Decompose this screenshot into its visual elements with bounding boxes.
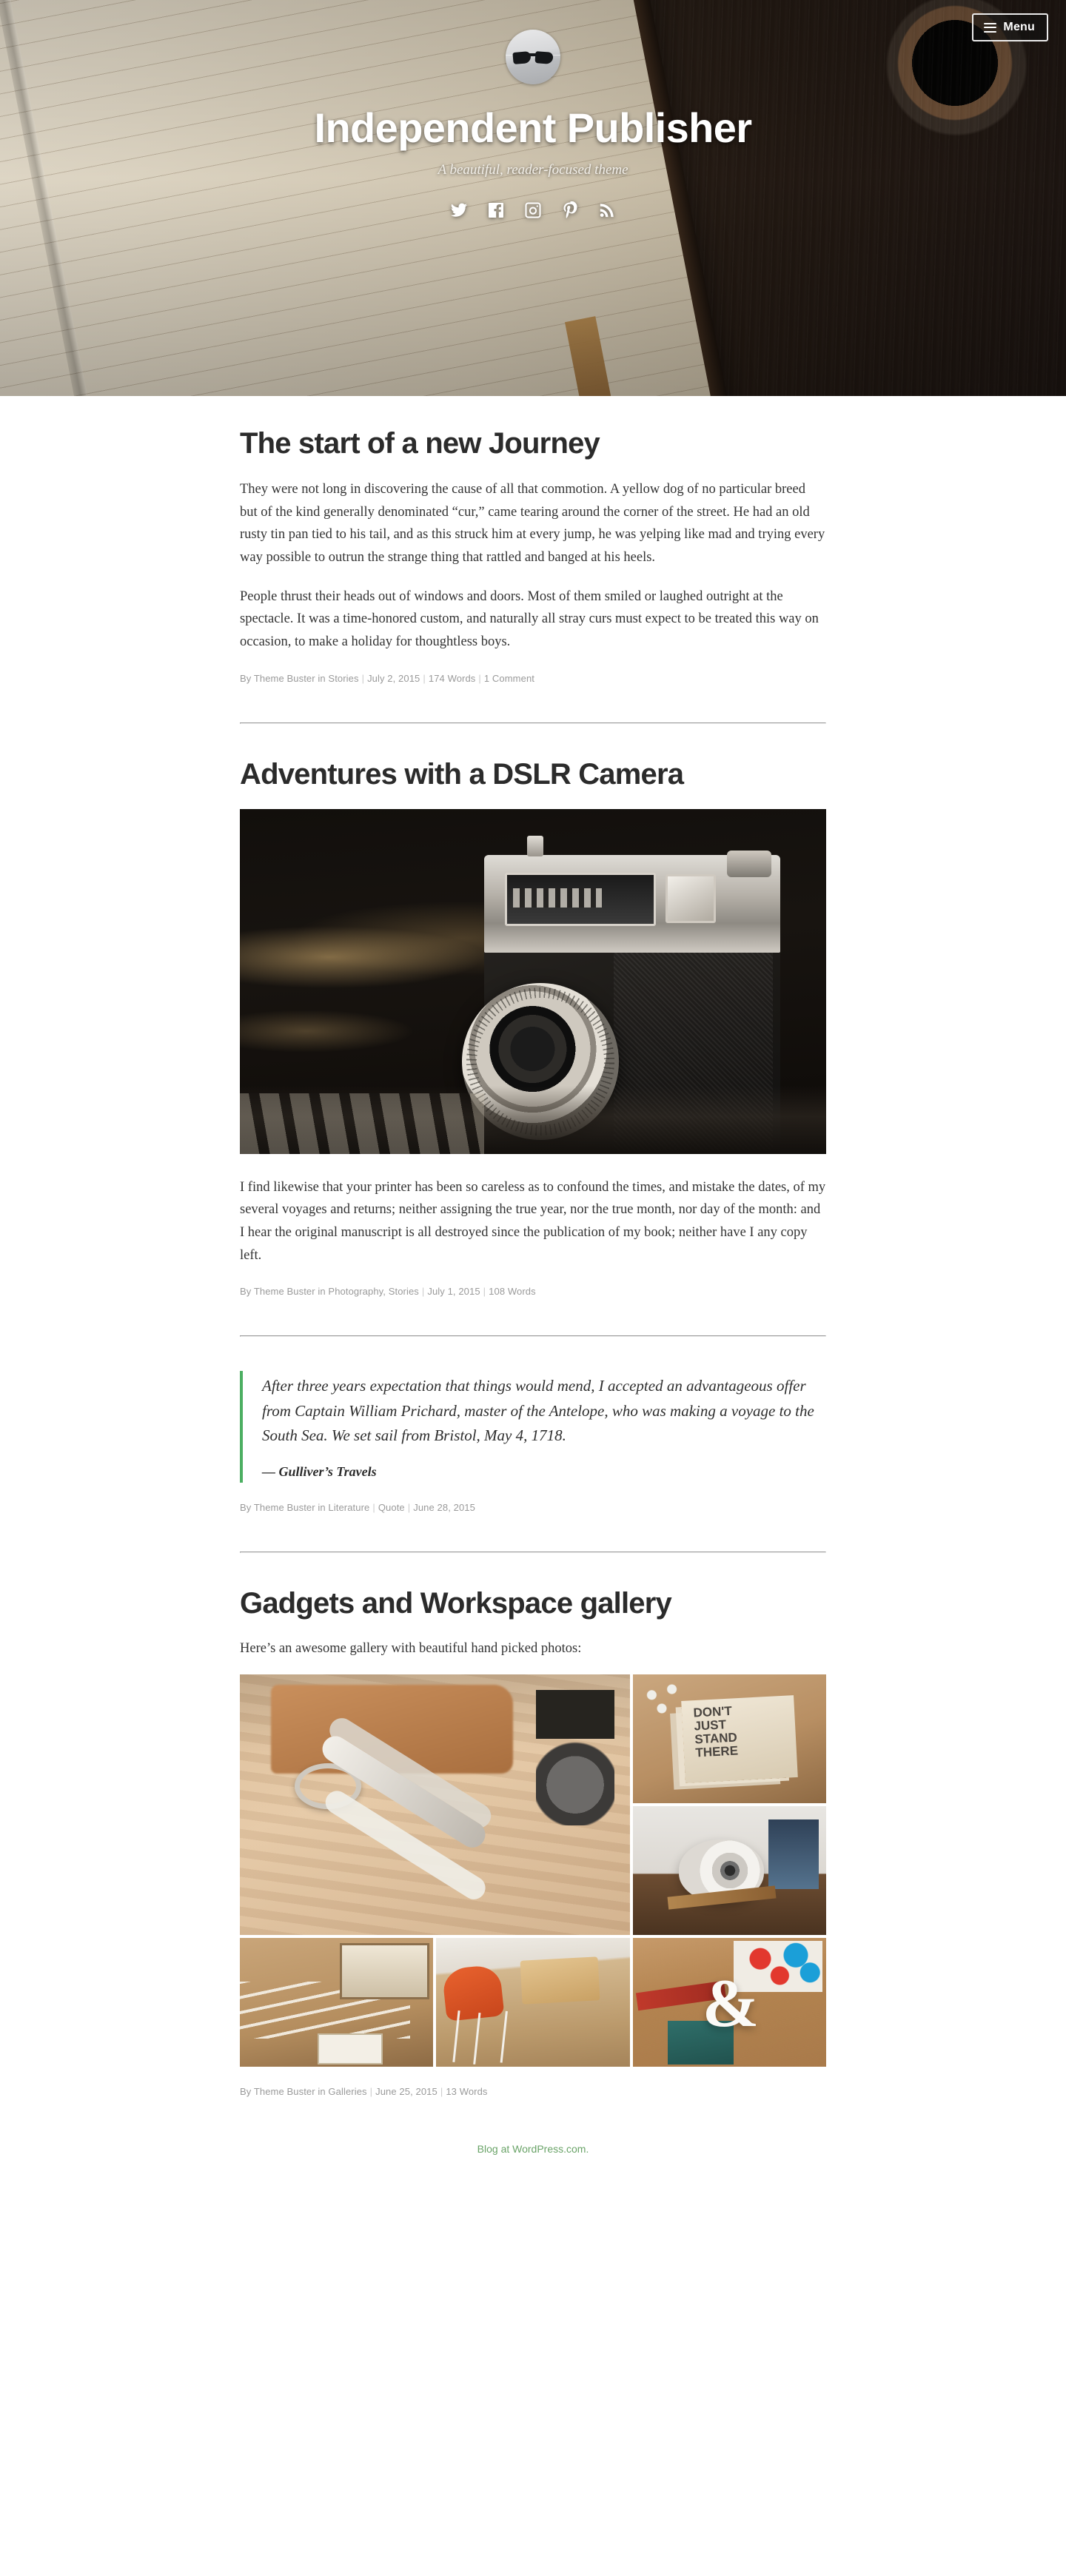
meta-separator: | (369, 2086, 373, 2098)
post-meta: By Theme Buster in Photography, Stories |… (240, 1286, 826, 1297)
avatar[interactable] (506, 30, 560, 84)
meta-byline[interactable]: By Theme Buster in Literature (240, 1502, 369, 1513)
site-branding: Independent Publisher A beautiful, reade… (0, 0, 1066, 220)
instagram-icon[interactable] (523, 201, 543, 220)
meta-separator: | (407, 1501, 411, 1513)
gallery-image-5[interactable] (436, 1938, 630, 2067)
gallery-image-1[interactable] (240, 1674, 630, 1936)
meta-format[interactable]: Quote (378, 1502, 405, 1513)
meta-date[interactable]: July 2, 2015 (367, 673, 420, 684)
post-separator (240, 1335, 826, 1338)
post-gullivers-travels-quote: After three years expectation that thing… (240, 1371, 826, 1519)
post-content: They were not long in discovering the ca… (240, 478, 826, 654)
meta-separator: | (372, 1501, 375, 1513)
post-paragraph: They were not long in discovering the ca… (240, 481, 825, 565)
meta-separator: | (423, 672, 426, 684)
site-title[interactable]: Independent Publisher (0, 106, 1066, 150)
meta-byline[interactable]: By Theme Buster in Photography, Stories (240, 1286, 419, 1297)
social-links (0, 201, 1066, 220)
post-adventures-with-a-dslr-camera: Adventures with a DSLR Camera I find lik… (240, 758, 826, 1304)
pens-tray-photo (240, 1938, 434, 2067)
post-the-start-of-a-new-journey: The start of a new Journey They were not… (240, 427, 826, 690)
meta-byline[interactable]: By Theme Buster in Stories (240, 673, 359, 684)
wordpress-credit-link[interactable]: Blog at WordPress.com. (477, 2143, 589, 2155)
post-title[interactable]: The start of a new Journey (240, 427, 826, 460)
camera-wind-knob (727, 850, 771, 877)
post-separator (240, 1551, 826, 1553)
meta-separator: | (478, 672, 481, 684)
meta-word-count: 108 Words (489, 1286, 536, 1298)
meta-date[interactable]: June 25, 2015 (375, 2086, 438, 2097)
meta-separator: | (483, 1286, 486, 1298)
post-paragraph: I find likewise that your printer has be… (240, 1179, 826, 1263)
meta-separator: | (440, 2086, 443, 2098)
quote-citation: — Gulliver’s Travels (262, 1463, 377, 1479)
post-meta: By Theme Buster in Literature | Quote | June… (240, 1502, 826, 1513)
post-featured-image[interactable] (240, 808, 826, 1154)
workspace-desk-photo (436, 1938, 630, 2067)
sunglasses-icon (512, 50, 554, 65)
gallery-image-2[interactable] (632, 1674, 826, 1804)
meta-separator: | (421, 1286, 425, 1298)
main-content: The start of a new Journey They were not… (240, 396, 826, 2103)
post-meta: By Theme Buster in Stories | July 2, 2015 |… (240, 673, 826, 684)
tiled-gallery (240, 1674, 826, 2067)
meta-date[interactable]: June 28, 2015 (413, 1502, 475, 1513)
rss-icon[interactable] (597, 201, 617, 220)
gallery-image-3[interactable] (632, 1806, 826, 1936)
speaker-photo (632, 1806, 826, 1936)
meta-word-count: 174 Words (428, 672, 476, 684)
gallery-image-4[interactable] (240, 1938, 434, 2067)
facebook-icon[interactable] (486, 201, 506, 220)
meta-date[interactable]: July 1, 2015 (427, 1286, 480, 1297)
post-meta: By Theme Buster in Galleries | June 25, 20… (240, 2086, 826, 2097)
drafting-compass-photo (240, 1674, 630, 1936)
pinterest-icon[interactable] (560, 201, 580, 220)
twitter-icon[interactable] (449, 201, 469, 220)
camera-window (666, 873, 716, 923)
post-title[interactable]: Gadgets and Workspace gallery (240, 1587, 826, 1620)
gallery-image-6[interactable] (632, 1938, 826, 2067)
pull-quote: After three years expectation that thing… (240, 1371, 826, 1483)
ampersand-photo (632, 1938, 826, 2067)
site-footer: Blog at WordPress.com. (0, 2103, 1066, 2186)
gallery-intro-text: Here’s an awesome gallery with beautiful… (240, 1640, 582, 1656)
camera-viewfinder-strip (513, 888, 602, 908)
camera-viewfinder (505, 872, 656, 926)
notebooks-photo (632, 1674, 826, 1804)
post-title[interactable]: Adventures with a DSLR Camera (240, 758, 826, 791)
post-gadgets-and-workspace-gallery: Gadgets and Workspace gallery Here’s an … (240, 1587, 826, 2103)
meta-byline[interactable]: By Theme Buster in Galleries (240, 2086, 367, 2097)
camera-shutter-button (527, 835, 543, 856)
post-content: I find likewise that your printer has be… (240, 1176, 826, 1267)
site-description: A beautiful, reader-focused theme (438, 161, 628, 178)
site-header: Menu Independent Publisher A beautiful, … (0, 0, 1066, 396)
page-root: Menu Independent Publisher A beautiful, … (0, 0, 1066, 2576)
post-separator (240, 722, 826, 724)
post-paragraph: People thrust their heads out of windows… (240, 588, 819, 650)
meta-separator: | (361, 672, 365, 684)
background-piano-keys (240, 1093, 484, 1154)
meta-word-count: 13 Words (446, 2086, 488, 2098)
quote-text: After three years expectation that thing… (262, 1377, 814, 1444)
meta-comment-count[interactable]: 1 Comment (484, 673, 534, 684)
